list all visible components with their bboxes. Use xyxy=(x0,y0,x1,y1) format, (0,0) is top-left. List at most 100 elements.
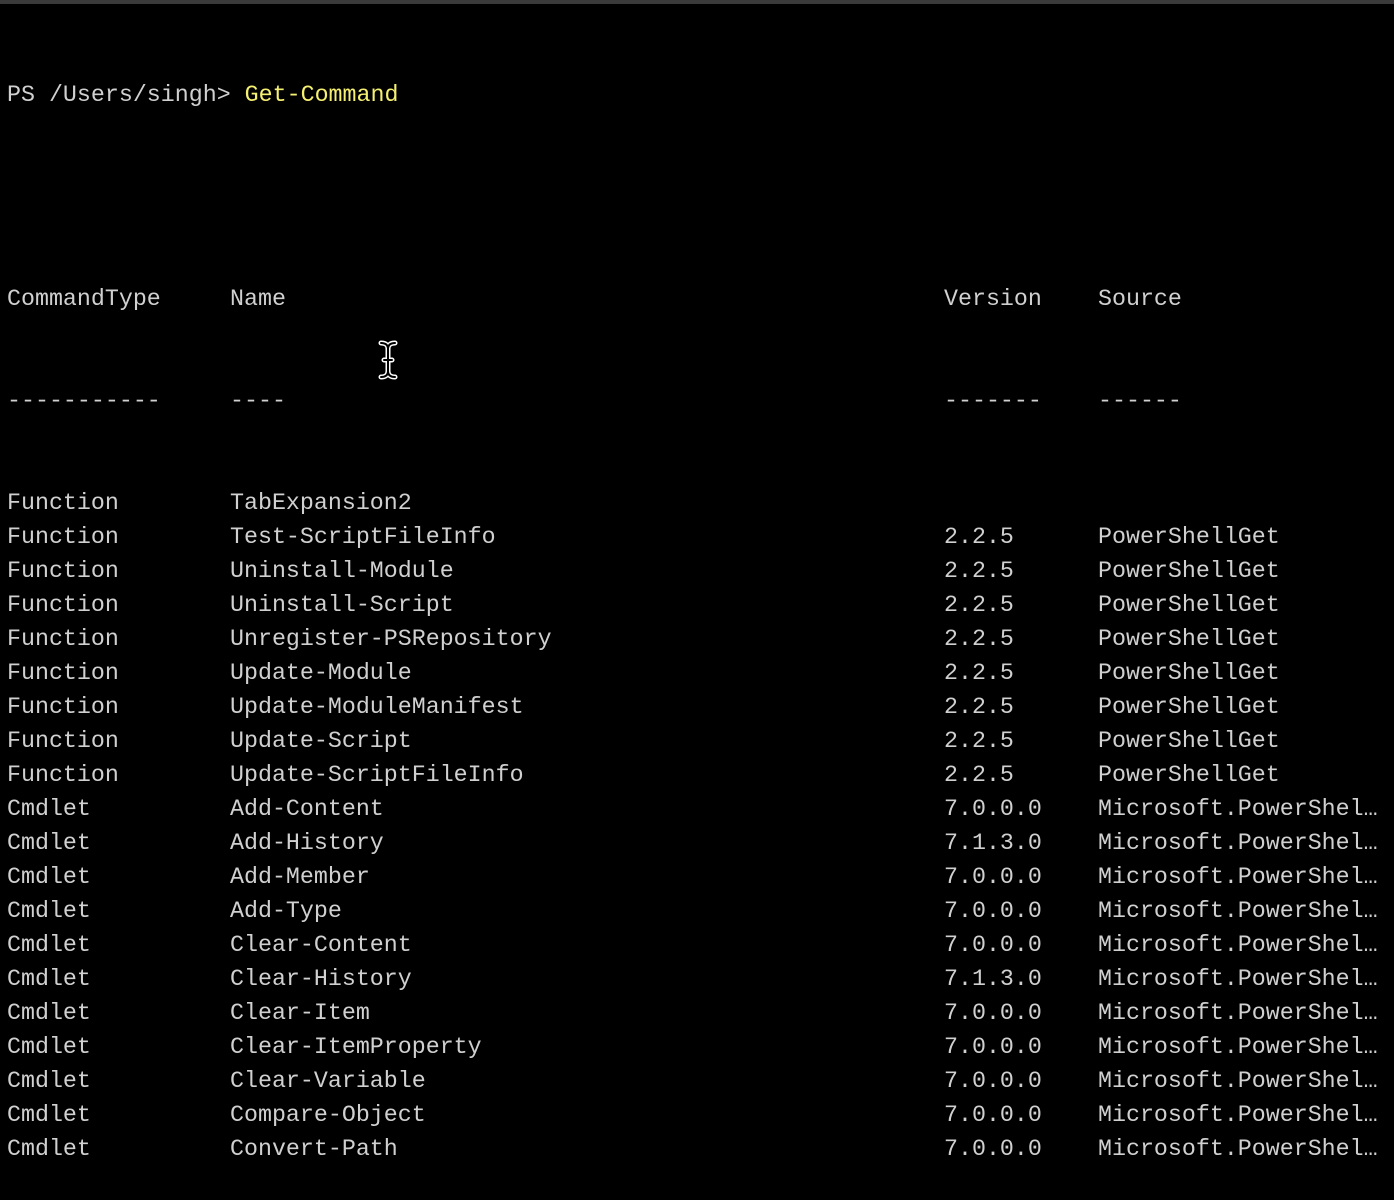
cell-name: Compare-Object xyxy=(230,1102,426,1128)
terminal-output[interactable]: PS /Users/singh> Get-Command CommandType… xyxy=(7,10,1378,1200)
cell-name: Update-ScriptFileInfo xyxy=(230,762,524,788)
cell-commandtype: Function xyxy=(7,626,119,652)
table-body: Function TabExpansion2 Function Test-Script… xyxy=(7,486,1378,1166)
cell-commandtype: Cmdlet xyxy=(7,898,91,924)
cell-version: 2.2.5 xyxy=(944,524,1014,550)
cell-source: PowerShellGet xyxy=(1098,694,1280,720)
cell-source: Microsoft.PowerShel… xyxy=(1098,1034,1378,1060)
cell-name: Add-Type xyxy=(230,898,342,924)
table-row: Cmdlet Add-History 7.1.3.0 Microsoft.PowerS… xyxy=(7,826,1378,860)
cell-name: Add-Member xyxy=(230,864,370,890)
cell-commandtype: Function xyxy=(7,762,119,788)
cell-name: Unregister-PSRepository xyxy=(230,626,552,652)
cell-version: 7.0.0.0 xyxy=(944,796,1042,822)
cell-source: Microsoft.PowerShel… xyxy=(1098,864,1378,890)
cell-name: Uninstall-Script xyxy=(230,592,454,618)
cell-source: Microsoft.PowerShel… xyxy=(1098,966,1378,992)
cell-version: 2.2.5 xyxy=(944,660,1014,686)
cell-version: 7.0.0.0 xyxy=(944,1000,1042,1026)
table-row: Cmdlet Clear-Content 7.0.0.0 Microsoft.Powe… xyxy=(7,928,1378,962)
cell-version: 2.2.5 xyxy=(944,728,1014,754)
cell-name: Clear-History xyxy=(230,966,412,992)
prompt-text: PS /Users/singh> xyxy=(7,82,245,108)
cell-commandtype: Cmdlet xyxy=(7,864,91,890)
cell-version: 7.0.0.0 xyxy=(944,1068,1042,1094)
table-row: Cmdlet Add-Member 7.0.0.0 Microsoft.PowerSh… xyxy=(7,860,1378,894)
cell-version: 2.2.5 xyxy=(944,762,1014,788)
cell-version: 7.1.3.0 xyxy=(944,830,1042,856)
cell-name: Update-Module xyxy=(230,660,412,686)
window-top-bar xyxy=(0,0,1394,4)
table-row: Cmdlet Compare-Object 7.0.0.0 Microsoft.Pow… xyxy=(7,1098,1378,1132)
cell-version: 7.0.0.0 xyxy=(944,1102,1042,1128)
table-row: Function Test-ScriptFileInfo 2.2.5 PowerShe… xyxy=(7,520,1280,554)
cell-commandtype: Function xyxy=(7,524,119,550)
table-row: Function Uninstall-Module 2.2.5 PowerShellG… xyxy=(7,554,1280,588)
cell-name: Update-Script xyxy=(230,728,412,754)
cell-version: 7.0.0.0 xyxy=(944,1136,1042,1162)
cell-version: 7.0.0.0 xyxy=(944,864,1042,890)
table-row: Function Update-Module 2.2.5 PowerShellGet xyxy=(7,656,1280,690)
table-row: Function Update-Script 2.2.5 PowerShellGet xyxy=(7,724,1280,758)
table-header: CommandType Name Version Source xyxy=(7,282,1182,316)
cell-version: 7.1.3.0 xyxy=(944,966,1042,992)
table-row: Function Unregister-PSRepository 2.2.5 Powe… xyxy=(7,622,1280,656)
cell-commandtype: Cmdlet xyxy=(7,1000,91,1026)
cell-source: Microsoft.PowerShel… xyxy=(1098,830,1378,856)
header-name: Name xyxy=(230,286,286,312)
cell-name: Update-ModuleManifest xyxy=(230,694,524,720)
cell-version: 7.0.0.0 xyxy=(944,932,1042,958)
cell-source: PowerShellGet xyxy=(1098,524,1280,550)
header-source: Source xyxy=(1098,286,1182,312)
cell-version: 2.2.5 xyxy=(944,558,1014,584)
table-row: Cmdlet Clear-ItemProperty 7.0.0.0 Microsoft… xyxy=(7,1030,1378,1064)
cell-version: 7.0.0.0 xyxy=(944,1034,1042,1060)
underline-version: ------- xyxy=(944,388,1042,414)
table-row: Function Update-ScriptFileInfo 2.2.5 PowerS… xyxy=(7,758,1280,792)
cell-commandtype: Cmdlet xyxy=(7,1068,91,1094)
cell-commandtype: Cmdlet xyxy=(7,796,91,822)
cell-commandtype: Function xyxy=(7,592,119,618)
table-row: Cmdlet Clear-Variable 7.0.0.0 Microsoft.Pow… xyxy=(7,1064,1378,1098)
table-row: Function TabExpansion2 xyxy=(7,486,412,520)
table-row: Cmdlet Add-Content 7.0.0.0 Microsoft.PowerS… xyxy=(7,792,1378,826)
table-row: Cmdlet Clear-History 7.1.3.0 Microsoft.Powe… xyxy=(7,962,1378,996)
cell-version: 7.0.0.0 xyxy=(944,898,1042,924)
cell-commandtype: Cmdlet xyxy=(7,1136,91,1162)
cell-commandtype: Cmdlet xyxy=(7,932,91,958)
cell-source: PowerShellGet xyxy=(1098,592,1280,618)
cell-name: Convert-Path xyxy=(230,1136,398,1162)
cell-version: 2.2.5 xyxy=(944,626,1014,652)
cell-name: Clear-ItemProperty xyxy=(230,1034,482,1060)
cell-commandtype: Cmdlet xyxy=(7,830,91,856)
cell-name: Clear-Item xyxy=(230,1000,370,1026)
cell-name: Test-ScriptFileInfo xyxy=(230,524,496,550)
cell-source: Microsoft.PowerShel… xyxy=(1098,1136,1378,1162)
cell-commandtype: Function xyxy=(7,728,119,754)
cell-name: Uninstall-Module xyxy=(230,558,454,584)
cell-commandtype: Function xyxy=(7,660,119,686)
underline-source: ------ xyxy=(1098,388,1182,414)
text-ibeam-cursor-icon xyxy=(377,340,399,380)
cell-source: Microsoft.PowerShel… xyxy=(1098,796,1378,822)
table-row: Cmdlet Add-Type 7.0.0.0 Microsoft.PowerShel… xyxy=(7,894,1378,928)
cell-source: PowerShellGet xyxy=(1098,762,1280,788)
cell-commandtype: Cmdlet xyxy=(7,1034,91,1060)
cell-version: 2.2.5 xyxy=(944,592,1014,618)
cell-name: Add-History xyxy=(230,830,384,856)
cell-commandtype: Function xyxy=(7,694,119,720)
cell-source: PowerShellGet xyxy=(1098,660,1280,686)
cell-name: Clear-Variable xyxy=(230,1068,426,1094)
cell-source: PowerShellGet xyxy=(1098,728,1280,754)
header-version: Version xyxy=(944,286,1042,312)
table-row: Function Uninstall-Script 2.2.5 PowerShellG… xyxy=(7,588,1280,622)
cell-commandtype: Cmdlet xyxy=(7,966,91,992)
cell-version: 2.2.5 xyxy=(944,694,1014,720)
cell-source: PowerShellGet xyxy=(1098,626,1280,652)
cell-source: PowerShellGet xyxy=(1098,558,1280,584)
cell-source: Microsoft.PowerShel… xyxy=(1098,1068,1378,1094)
table-underline: ----------- ---- ------- ------ xyxy=(7,384,1182,418)
header-commandtype: CommandType xyxy=(7,286,161,312)
cell-source: Microsoft.PowerShel… xyxy=(1098,1000,1378,1026)
